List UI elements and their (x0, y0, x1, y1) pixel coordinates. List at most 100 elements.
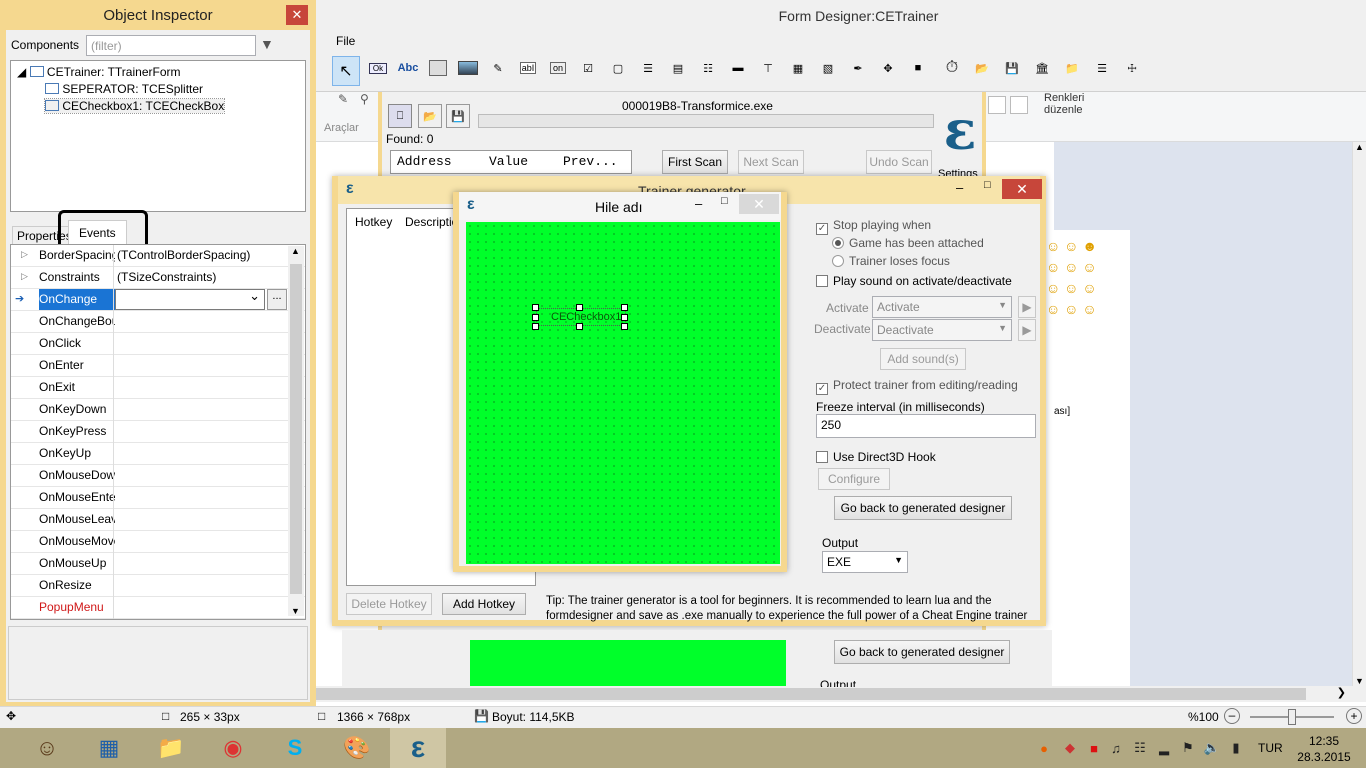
oi-close-icon[interactable]: ✕ (286, 5, 308, 25)
togglebox-tool-icon[interactable]: on (546, 56, 570, 80)
magnifier-icon[interactable]: ⚲ (360, 92, 369, 106)
col-hotkey[interactable]: Hotkey (355, 215, 392, 229)
tray-firefox-icon[interactable]: ● (1036, 740, 1052, 756)
close-icon[interactable]: ✕ (1002, 179, 1042, 199)
property-row[interactable]: OnMouseDown (11, 465, 305, 487)
tray-app-icon[interactable]: ◆ (1062, 740, 1078, 756)
property-row[interactable]: ▷ BorderSpacing (TControlBorderSpacing) (11, 245, 305, 267)
minimize-icon[interactable]: – (956, 180, 963, 195)
green-form-canvas[interactable]: CECheckbox1 (466, 222, 780, 564)
next-scan-button[interactable]: Next Scan (738, 150, 804, 174)
listview-tool-icon[interactable]: ▧ (816, 56, 840, 80)
game-attached-radio[interactable]: Game has been attached (832, 236, 984, 250)
horizontal-scrollbar-bottom[interactable]: ❯ (316, 686, 1366, 702)
scrollbar-tool-icon[interactable]: ▬ (726, 56, 750, 80)
hile-minimize-icon[interactable]: – (695, 196, 702, 211)
color-swatch[interactable] (1010, 96, 1028, 114)
eyedropper-icon[interactable]: ✎ (338, 92, 348, 106)
tray-network-icon[interactable]: ☷ (1132, 740, 1148, 756)
label-tool-icon[interactable]: Abc (396, 56, 420, 80)
go-back-button-2[interactable]: Go back to generated designer (834, 640, 1010, 664)
col-value[interactable]: Value (489, 154, 528, 169)
resize-handle[interactable] (576, 323, 583, 330)
property-row[interactable]: OnMouseLeave (11, 509, 305, 531)
taskbar-app-avatar-icon[interactable]: ☺ (22, 728, 72, 768)
property-row[interactable]: OnMouseMove (11, 531, 305, 553)
play-sound-checkbox[interactable]: Play sound on activate/deactivate (816, 274, 1012, 288)
property-row[interactable]: PopupMenu (11, 597, 305, 619)
property-row[interactable]: OnClick (11, 333, 305, 355)
taskbar-chrome-icon[interactable]: ◉ (208, 728, 258, 768)
open-process-icon[interactable]: ⎕ (388, 104, 412, 128)
mainmenu-tool-icon[interactable]: ☰ (1090, 56, 1114, 80)
property-value[interactable]: (TControlBorderSpacing) (117, 248, 287, 262)
taskbar-cheat-engine-icon[interactable]: ε (390, 728, 446, 768)
taskbar-control-panel-icon[interactable]: ▦ (84, 728, 134, 768)
resize-handle[interactable] (532, 304, 539, 311)
selectdirectory-tool-icon[interactable]: 🏛 (1030, 56, 1054, 80)
resize-handle[interactable] (532, 323, 539, 330)
expand-icon[interactable]: ▷ (21, 271, 28, 282)
resize-handle[interactable] (532, 314, 539, 321)
property-row[interactable]: OnChangeBounds (11, 311, 305, 333)
expand-icon[interactable]: ▷ (21, 249, 28, 260)
tray-flag-icon[interactable]: ⚑ (1180, 740, 1196, 756)
timer-tool-icon[interactable]: ⏱ (940, 56, 964, 80)
folder-tool-icon[interactable]: 📁 (1060, 56, 1084, 80)
property-row[interactable]: ➔ OnChange ⌄... (11, 288, 305, 311)
first-scan-button[interactable]: First Scan (662, 150, 728, 174)
col-prev[interactable]: Prev... (563, 154, 618, 169)
direct3d-checkbox[interactable]: Use Direct3D Hook (816, 450, 936, 464)
treeview-tool-icon[interactable]: ▦ (786, 56, 810, 80)
vertical-scrollbar-right[interactable]: ▲ ▼ (1352, 142, 1366, 686)
splitter-tool-icon[interactable]: ✒ (846, 56, 870, 80)
tray-red-icon[interactable]: ■ (1086, 740, 1102, 756)
stop-playing-checkbox[interactable]: ✓ Stop playing when (816, 218, 931, 235)
resize-handle[interactable] (576, 304, 583, 311)
tree-item-selected[interactable]: CECheckbox1: TCECheckBox (43, 98, 226, 114)
resize-handle[interactable] (621, 323, 628, 330)
filter-clear-icon[interactable]: ▼ (260, 36, 274, 52)
go-back-button[interactable]: Go back to generated designer (834, 496, 1012, 520)
resize-handle[interactable] (621, 314, 628, 321)
taskbar-explorer-icon[interactable]: 📁 (146, 728, 196, 768)
chevron-down-icon[interactable]: ⌄ (249, 288, 260, 304)
col-address[interactable]: Address (397, 154, 452, 169)
grid-scrollbar[interactable]: ▲ ▼ (288, 246, 304, 616)
tabcontrol-tool-icon[interactable]: ■ (906, 56, 930, 80)
zoom-in-icon[interactable]: + (1346, 708, 1362, 724)
property-grid[interactable]: ▷ BorderSpacing (TControlBorderSpacing) ▷ Co… (10, 244, 306, 620)
open-file-icon[interactable]: 📂 (418, 104, 442, 128)
taskbar-skype-icon[interactable]: S (270, 728, 320, 768)
play-activate-icon[interactable]: ▶ (1018, 296, 1036, 318)
output-select[interactable]: EXE ▼ (822, 551, 908, 573)
maximize-icon[interactable]: □ (984, 179, 991, 191)
protect-trainer-checkbox[interactable]: ✓ Protect trainer from editing/reading (816, 378, 1018, 395)
tree-root[interactable]: ◢ CETrainer: TTrainerForm (17, 65, 180, 79)
taskbar-paint-icon[interactable]: 🎨 (332, 728, 382, 768)
tray-volume-icon[interactable]: 🔈 (1204, 740, 1220, 756)
hile-close-icon[interactable]: ✕ (739, 194, 779, 214)
add-sounds-button[interactable]: Add sound(s) (880, 348, 966, 370)
filter-input[interactable]: (filter) (86, 35, 256, 56)
pointer-tool-icon[interactable]: ↖ (332, 56, 360, 86)
undo-scan-button[interactable]: Undo Scan (866, 150, 932, 174)
resize-handle[interactable] (621, 304, 628, 311)
savedialog-tool-icon[interactable]: 💾 (1000, 56, 1024, 80)
color-swatch[interactable] (988, 96, 1006, 114)
trackbar-tool-icon[interactable]: ⊤ (756, 56, 780, 80)
save-file-icon[interactable]: 💾 (446, 104, 470, 128)
ellipsis-button[interactable]: ... (267, 289, 287, 310)
trainer-focus-radio[interactable]: Trainer loses focus (832, 254, 950, 268)
combobox-tool-icon[interactable]: ☷ (696, 56, 720, 80)
popupmenu-tool-icon[interactable]: ☩ (1120, 56, 1144, 80)
groupbox-tool-icon[interactable]: ▢ (606, 56, 630, 80)
hile-maximize-icon[interactable]: □ (721, 195, 728, 207)
menu-file[interactable]: File (336, 34, 355, 48)
zoom-slider[interactable] (1250, 709, 1334, 725)
property-value[interactable]: (TSizeConstraints) (117, 270, 287, 284)
radiogroup-tool-icon[interactable]: ▤ (666, 56, 690, 80)
property-row[interactable]: OnMouseUp (11, 553, 305, 575)
property-row[interactable]: OnExit (11, 377, 305, 399)
property-row[interactable]: ▷ Constraints (TSizeConstraints) (11, 267, 305, 289)
